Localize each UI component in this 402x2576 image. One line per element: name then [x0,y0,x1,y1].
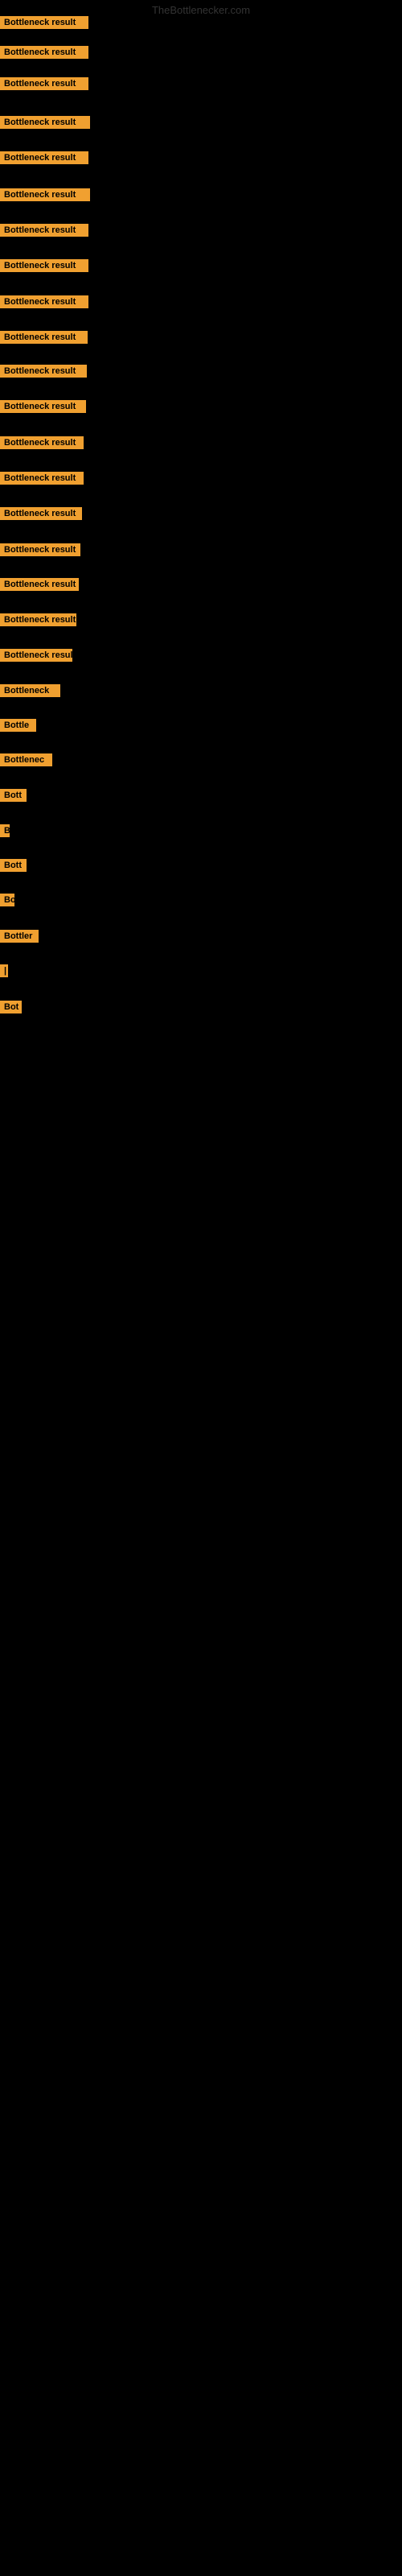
bottleneck-badge-11: Bottleneck result [0,365,87,378]
bottleneck-badge-12: Bottleneck result [0,400,86,413]
bottleneck-badge-4: Bottleneck result [0,116,90,129]
site-title: TheBottlenecker.com [152,4,250,16]
bottleneck-badge-20: Bottleneck [0,684,60,697]
bottleneck-badge-25: Bott [0,859,27,872]
bottleneck-badge-6: Bottleneck result [0,188,90,201]
bottleneck-badge-22: Bottlenec [0,753,52,766]
bottleneck-badge-8: Bottleneck result [0,259,88,272]
bottleneck-badge-15: Bottleneck result [0,507,82,520]
bottleneck-badge-5: Bottleneck result [0,151,88,164]
bottleneck-badge-27: Bottler [0,930,39,943]
bottleneck-badge-17: Bottleneck result [0,578,79,591]
bottleneck-badge-23: Bott [0,789,27,802]
bottleneck-badge-14: Bottleneck result [0,472,84,485]
bottleneck-badge-9: Bottleneck result [0,295,88,308]
bottleneck-badge-7: Bottleneck result [0,224,88,237]
bottleneck-badge-29: Bot [0,1001,22,1013]
bottleneck-badge-26: Bo [0,894,14,906]
bottleneck-badge-16: Bottleneck result [0,543,80,556]
bottleneck-badge-10: Bottleneck result [0,331,88,344]
bottleneck-badge-28: | [0,964,8,977]
bottleneck-badge-3: Bottleneck result [0,77,88,90]
bottleneck-badge-19: Bottleneck result [0,649,72,662]
bottleneck-badge-13: Bottleneck result [0,436,84,449]
bottleneck-badge-2: Bottleneck result [0,46,88,59]
bottleneck-badge-18: Bottleneck result [0,613,76,626]
bottleneck-badge-24: B [0,824,10,837]
bottleneck-badge-21: Bottle [0,719,36,732]
bottleneck-badge-1: Bottleneck result [0,16,88,29]
